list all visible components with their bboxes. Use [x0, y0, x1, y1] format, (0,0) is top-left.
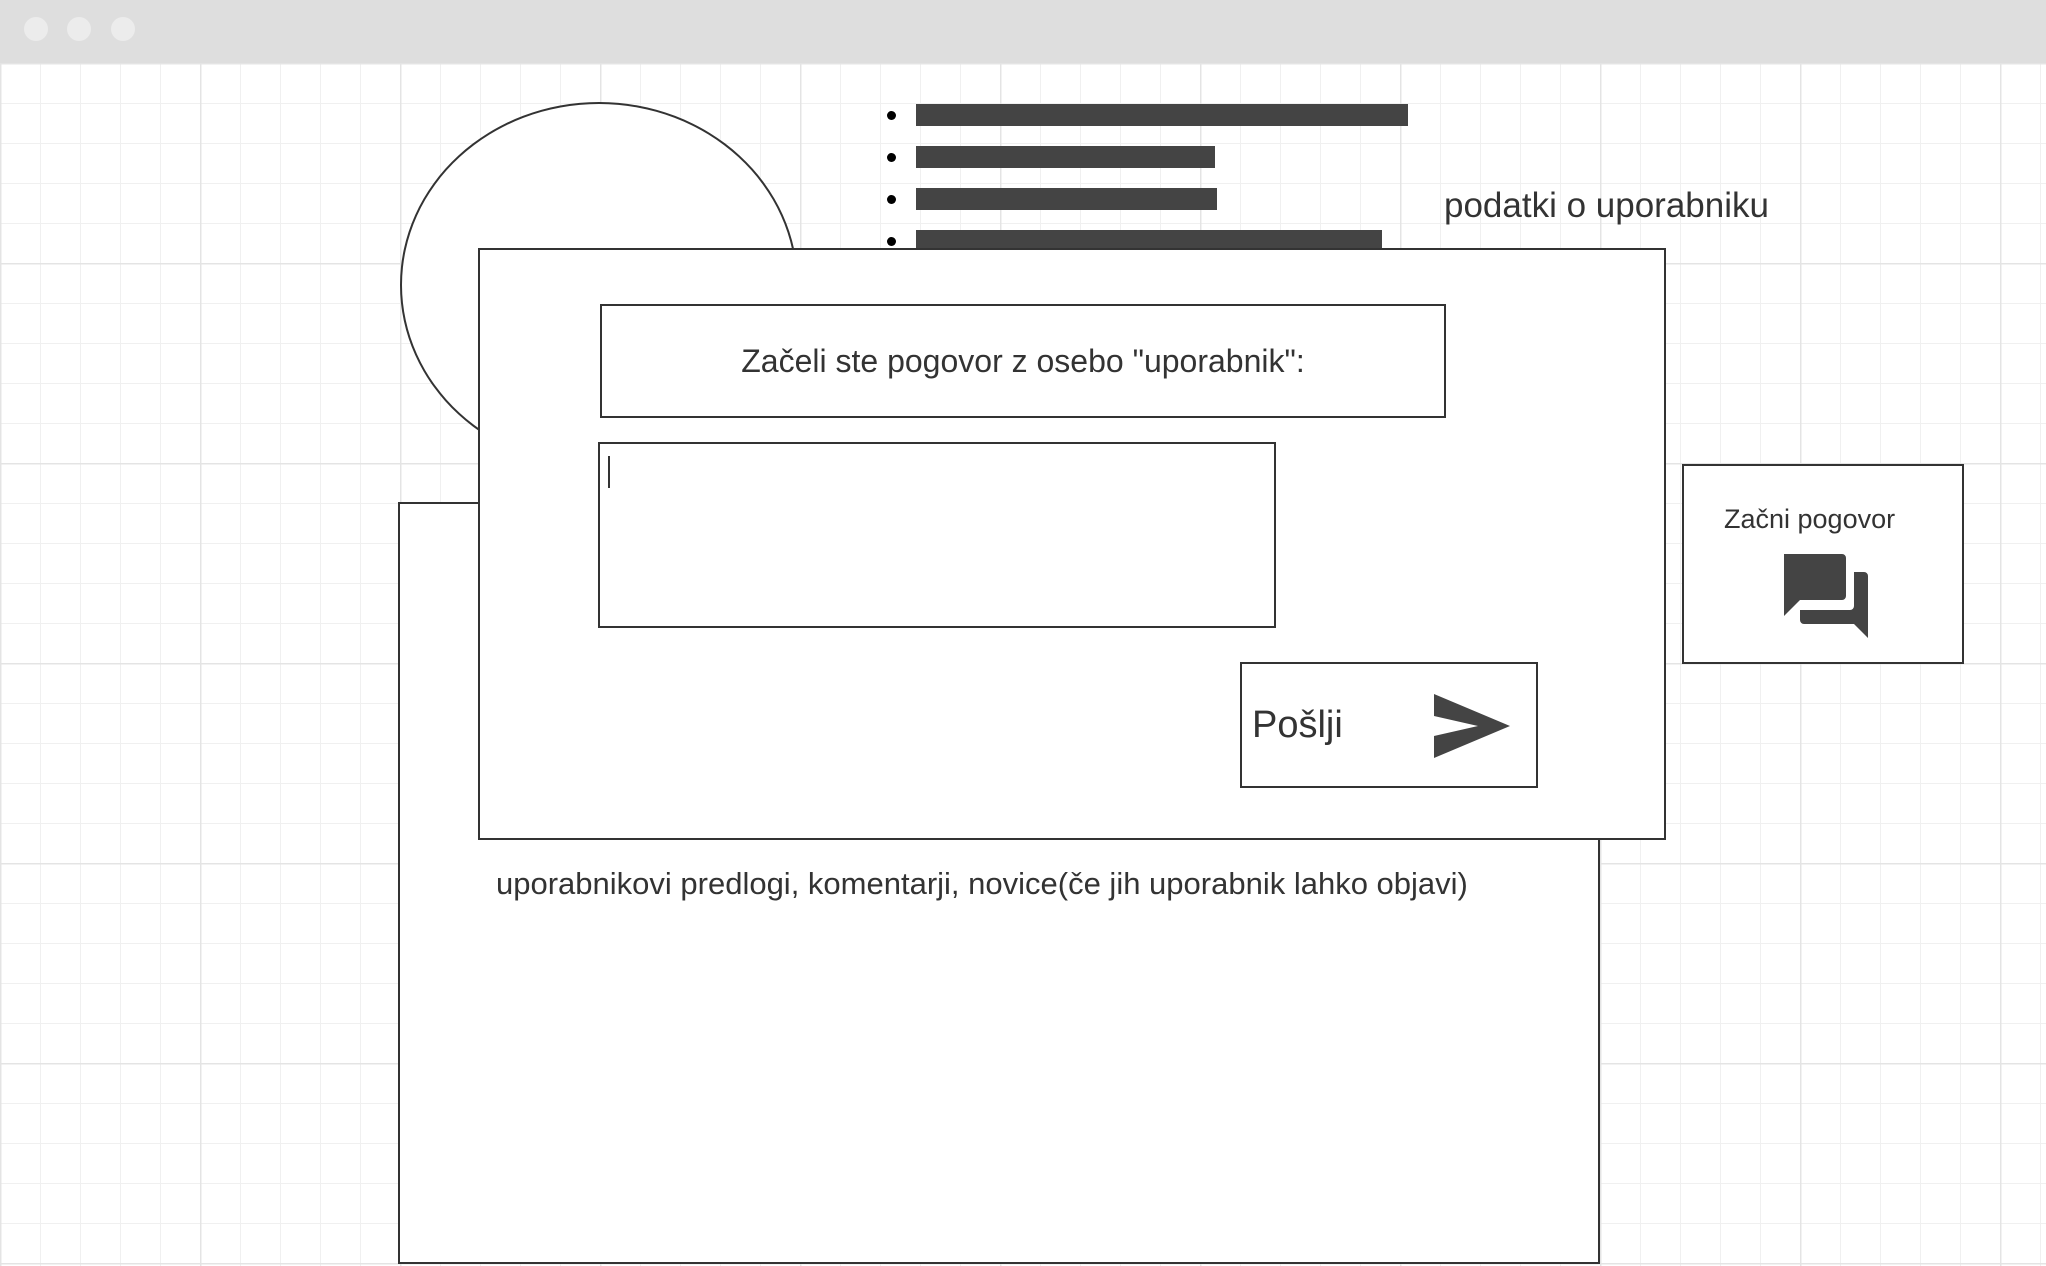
bullet-icon [887, 195, 896, 204]
user-info-label: podatki o uporabniku [1444, 186, 1769, 225]
chat-dialog: Začeli ste pogovor z osebo "uporabnik": … [478, 248, 1666, 840]
bullet-icon [887, 111, 896, 120]
window-close-dot[interactable] [24, 17, 48, 41]
start-chat-label: Začni pogovor [1724, 504, 1896, 534]
text-placeholder-bar [916, 188, 1217, 210]
send-arrow-icon [1434, 694, 1510, 758]
send-label: Pošlji [1252, 704, 1343, 746]
window-minimize-dot[interactable] [67, 17, 91, 41]
send-button[interactable]: Pošlji [1240, 662, 1538, 788]
chat-dialog-header: Začeli ste pogovor z osebo "uporabnik": [600, 304, 1446, 418]
text-placeholder-bar [916, 104, 1408, 126]
bullet-icon [887, 153, 896, 162]
start-chat-button[interactable]: Začni pogovor [1682, 464, 1964, 664]
user-posts-text: uporabnikovi predlogi, komentarji, novic… [496, 866, 1468, 901]
text-caret [608, 456, 610, 488]
bullet-icon [887, 237, 896, 246]
message-input[interactable] [598, 442, 1276, 628]
window-titlebar [0, 0, 2046, 63]
chat-bubbles-icon [1784, 554, 1868, 638]
window-maximize-dot[interactable] [111, 17, 135, 41]
text-placeholder-bar [916, 146, 1215, 168]
